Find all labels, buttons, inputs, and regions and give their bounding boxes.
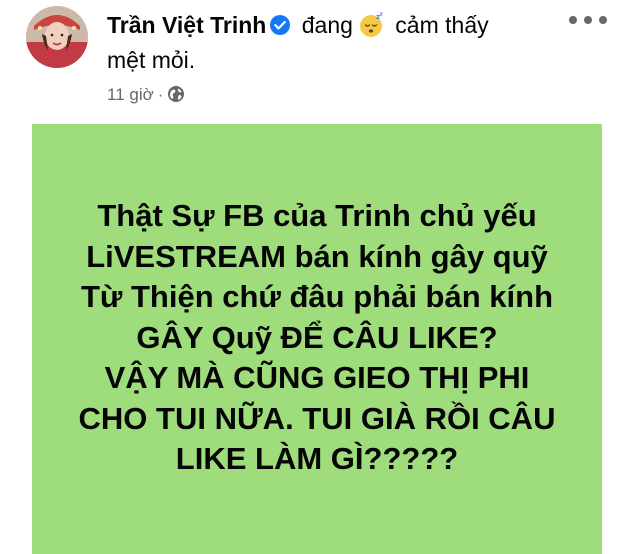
feeling-label[interactable]: cảm thấy bbox=[395, 12, 488, 38]
status-prefix: đang bbox=[301, 12, 353, 38]
post-text-line: CHO TUI NỮA. TUI GIÀ RỒI CÂU bbox=[78, 400, 556, 436]
more-options-button[interactable] bbox=[566, 8, 610, 32]
post-header: Trần Việt Trinh đang z z cảm thấy mệt mỏ… bbox=[0, 0, 621, 118]
post-text-line: GÂY Quỹ ĐỂ CÂU LIKE? bbox=[136, 319, 498, 355]
post-text-line: LiVESTREAM bán kính gây quỹ bbox=[86, 238, 548, 274]
post-text-line: VẬY MÀ CŨNG GIEO THỊ PHI bbox=[104, 360, 530, 395]
post-text-background: Thật Sự FB của Trinh chủ yếu LiVESTREAM … bbox=[32, 124, 602, 554]
globe-icon[interactable] bbox=[167, 85, 185, 103]
post-timestamp[interactable]: 11 giờ bbox=[107, 85, 154, 104]
post-text-line: LIKE LÀM GÌ????? bbox=[175, 441, 459, 476]
post-text: Thật Sự FB của Trinh chủ yếu LiVESTREAM … bbox=[32, 196, 602, 480]
author-name[interactable]: Trần Việt Trinh bbox=[107, 12, 266, 38]
verified-badge-icon bbox=[269, 14, 291, 36]
feeling-line[interactable]: mệt mỏi. bbox=[107, 45, 195, 76]
meta-separator: · bbox=[157, 85, 164, 104]
sleepy-face-icon: z z bbox=[357, 11, 385, 39]
more-options-icon bbox=[569, 16, 607, 24]
post-text-line: Thật Sự FB của Trinh chủ yếu bbox=[97, 198, 537, 233]
avatar[interactable] bbox=[26, 6, 88, 68]
post-meta: 11 giờ · bbox=[107, 84, 185, 106]
svg-text:z: z bbox=[379, 12, 382, 18]
post-text-line: Từ Thiện chứ đâu phải bán kính bbox=[80, 279, 554, 314]
author-line: Trần Việt Trinh đang z z cảm thấy bbox=[107, 10, 577, 41]
